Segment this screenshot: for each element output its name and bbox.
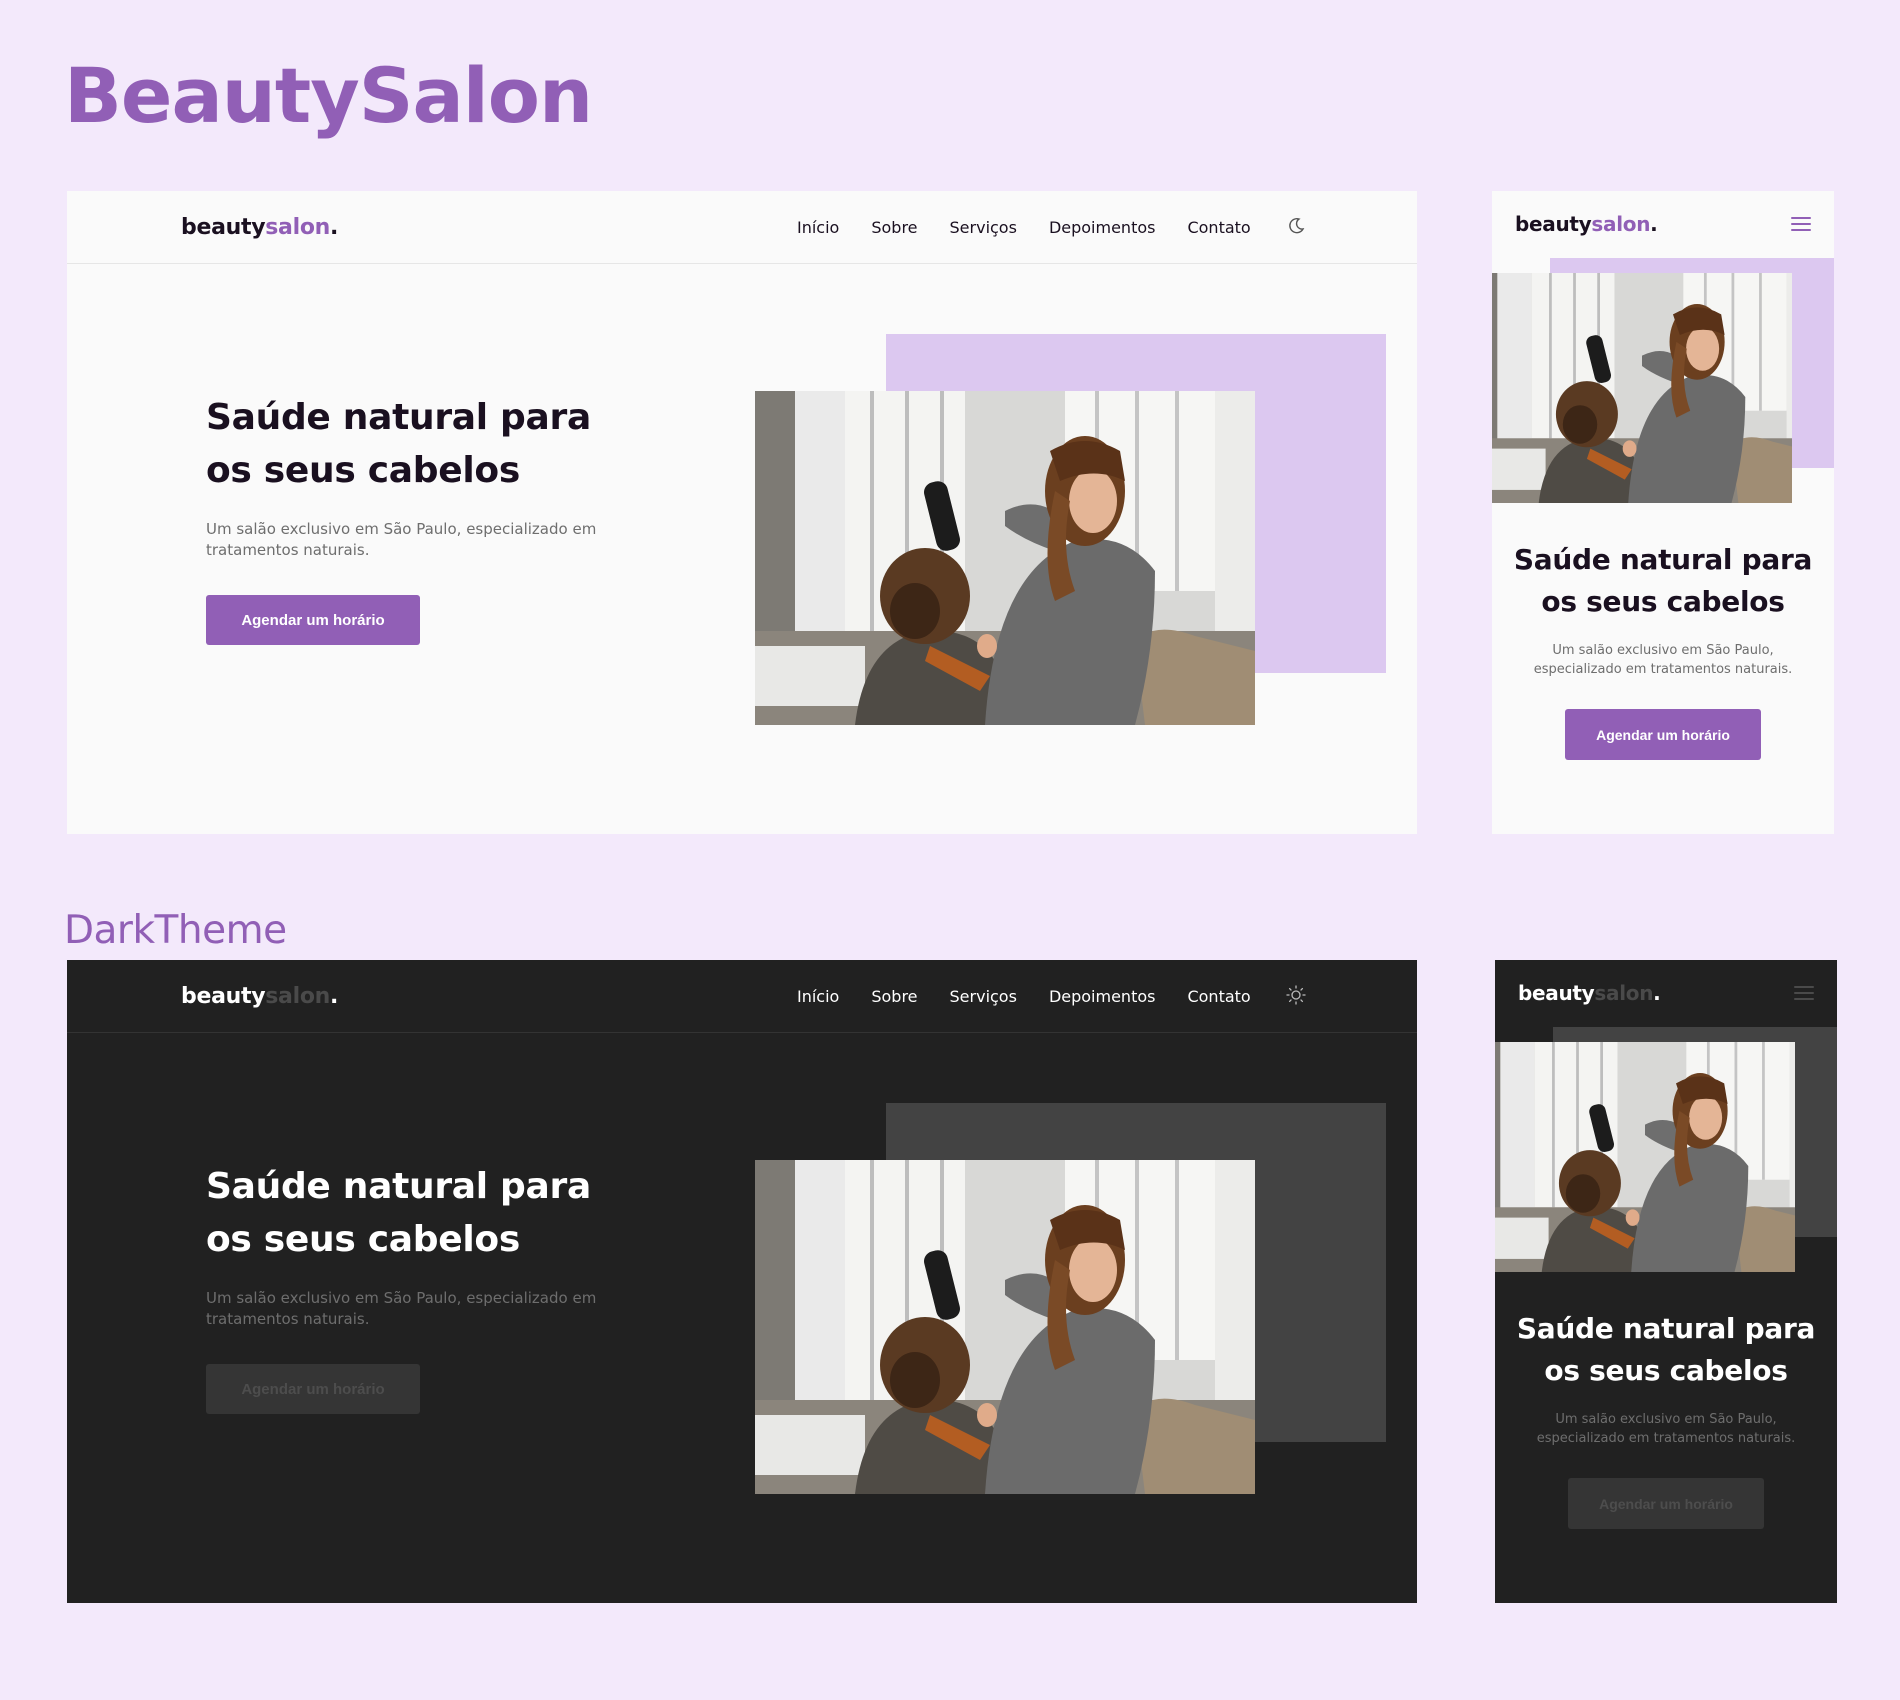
logo-text-beauty: beauty <box>181 215 266 240</box>
mobile-dark-frame: beautysalon. Saúde natural para os seus … <box>1495 960 1837 1603</box>
nav-link-contato[interactable]: Contato <box>1187 987 1250 1006</box>
nav-link-contato[interactable]: Contato <box>1187 218 1250 237</box>
hero-title: Saúde natural para os seus cabelos <box>206 1160 646 1266</box>
logo[interactable]: beautysalon. <box>1518 981 1661 1005</box>
nav-link-servicos[interactable]: Serviços <box>950 218 1017 237</box>
hero-subtitle: Um salão exclusivo em São Paulo, especia… <box>1536 1412 1796 1446</box>
logo[interactable]: beautysalon. <box>1515 212 1658 236</box>
hero-title-line1: Saúde natural para <box>206 397 591 438</box>
hero-title-line2: os seus cabelos <box>206 450 520 491</box>
nav-menu: Início Sobre Serviços Depoimentos Contat… <box>797 218 1283 237</box>
hero-text: Saúde natural para os seus cabelos Um sa… <box>1492 539 1834 760</box>
nav-link-depoimentos[interactable]: Depoimentos <box>1049 987 1156 1006</box>
hero-title-line2: os seus cabelos <box>206 1219 520 1260</box>
logo-dot: . <box>330 984 339 1009</box>
schedule-button[interactable]: Agendar um horário <box>206 595 420 645</box>
hero-text: Saúde natural para os seus cabelos Um sa… <box>1495 1308 1837 1529</box>
nav-link-sobre[interactable]: Sobre <box>871 987 917 1006</box>
logo-text-beauty: beauty <box>1515 212 1592 236</box>
navbar: beautysalon. Início Sobre Serviços Depoi… <box>67 191 1417 264</box>
hamburger-menu-icon[interactable] <box>1791 217 1811 233</box>
nav-menu: Início Sobre Serviços Depoimentos Contat… <box>797 987 1283 1006</box>
sun-icon[interactable] <box>1285 984 1307 1006</box>
hero-title-line1: Saúde natural para <box>1516 1312 1816 1345</box>
logo-text-salon: salon <box>265 984 330 1009</box>
page-title: BeautySalon <box>64 51 593 140</box>
mobile-navbar: beautysalon. <box>1495 960 1837 1027</box>
desktop-dark-frame: beautysalon. Início Sobre Serviços Depoi… <box>67 960 1417 1603</box>
logo-text-salon: salon <box>265 215 330 240</box>
hero-title-line2: os seus cabelos <box>1544 1354 1788 1387</box>
hero-subtitle: Um salão exclusivo em São Paulo, especia… <box>1533 643 1793 677</box>
nav-link-servicos[interactable]: Serviços <box>950 987 1017 1006</box>
hero-title-line2: os seus cabelos <box>1541 585 1785 618</box>
hero-subtitle: Um salão exclusivo em São Paulo, especia… <box>206 1289 597 1328</box>
hamburger-menu-icon[interactable] <box>1794 986 1814 1002</box>
nav-link-inicio[interactable]: Início <box>797 218 839 237</box>
schedule-button[interactable]: Agendar um horário <box>1568 1478 1764 1529</box>
hairdresser-photo <box>1495 1042 1795 1272</box>
nav-link-sobre[interactable]: Sobre <box>871 218 917 237</box>
mobile-light-frame: beautysalon. Saúde natural para os seus … <box>1492 191 1834 834</box>
logo-text-salon: salon <box>1591 212 1651 236</box>
hero-text: Saúde natural para os seus cabelos Um sa… <box>206 391 646 645</box>
logo[interactable]: beautysalon. <box>181 984 338 1009</box>
hairdresser-photo <box>1492 273 1792 503</box>
logo-dot: . <box>1650 212 1658 236</box>
logo-dot: . <box>330 215 339 240</box>
desktop-light-frame: beautysalon. Início Sobre Serviços Depoi… <box>67 191 1417 834</box>
nav-link-depoimentos[interactable]: Depoimentos <box>1049 218 1156 237</box>
dark-theme-label: DarkTheme <box>64 908 287 953</box>
mobile-navbar: beautysalon. <box>1492 191 1834 258</box>
moon-icon[interactable] <box>1285 215 1307 237</box>
nav-link-inicio[interactable]: Início <box>797 987 839 1006</box>
logo-text-beauty: beauty <box>181 984 266 1009</box>
schedule-button[interactable]: Agendar um horário <box>1565 709 1761 760</box>
hero-title-line1: Saúde natural para <box>206 1166 591 1207</box>
hairdresser-photo <box>755 1160 1255 1494</box>
logo[interactable]: beautysalon. <box>181 215 338 240</box>
hero-subtitle: Um salão exclusivo em São Paulo, especia… <box>206 520 597 559</box>
navbar: beautysalon. Início Sobre Serviços Depoi… <box>67 960 1417 1033</box>
hero-title: Saúde natural para os seus cabelos <box>1495 1308 1837 1392</box>
hero-title-line1: Saúde natural para <box>1513 543 1813 576</box>
schedule-button[interactable]: Agendar um horário <box>206 1364 420 1414</box>
logo-dot: . <box>1653 981 1661 1005</box>
hero-text: Saúde natural para os seus cabelos Um sa… <box>206 1160 646 1414</box>
logo-text-salon: salon <box>1594 981 1654 1005</box>
hero-title: Saúde natural para os seus cabelos <box>1492 539 1834 623</box>
logo-text-beauty: beauty <box>1518 981 1595 1005</box>
hero-title: Saúde natural para os seus cabelos <box>206 391 646 497</box>
hairdresser-photo <box>755 391 1255 725</box>
